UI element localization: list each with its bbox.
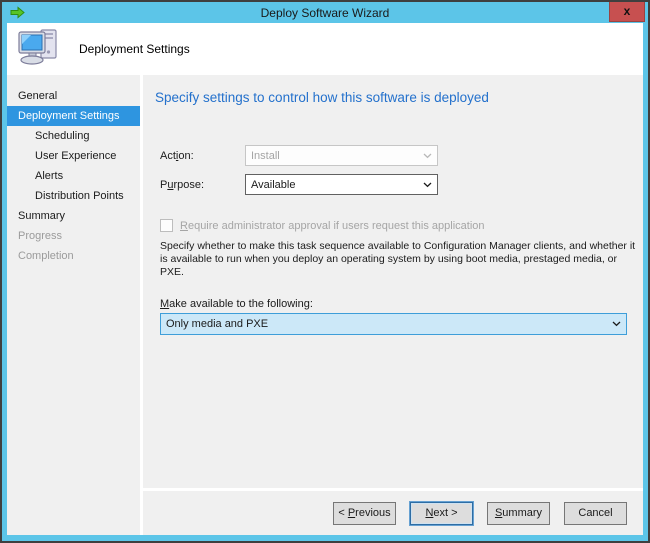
make-available-select[interactable]: Only media and PXE xyxy=(160,313,627,335)
wizard-header: Deployment Settings xyxy=(7,23,643,75)
next-button[interactable]: Next > xyxy=(410,502,473,525)
computer-icon xyxy=(17,28,59,71)
make-available-label: Make available to the following: xyxy=(160,298,643,310)
chevron-down-icon xyxy=(423,182,432,188)
action-select: Install xyxy=(245,145,438,166)
content-heading: Specify settings to control how this sof… xyxy=(155,90,643,105)
chevron-down-icon xyxy=(423,153,432,159)
page-title: Deployment Settings xyxy=(79,42,190,56)
sidebar-item-scheduling[interactable]: Scheduling xyxy=(7,126,140,146)
window-title: Deploy Software Wizard xyxy=(7,6,643,20)
purpose-select[interactable]: Available xyxy=(245,174,438,195)
sidebar-item-alerts[interactable]: Alerts xyxy=(7,166,140,186)
sidebar-item-progress: Progress xyxy=(7,226,140,246)
task-sequence-description: Specify whether to make this task sequen… xyxy=(160,240,642,279)
wizard-footer: < Previous Next > Summary Cancel xyxy=(143,491,643,535)
previous-button[interactable]: < Previous xyxy=(333,502,396,525)
require-approval-checkbox xyxy=(160,219,173,232)
action-label: Action: xyxy=(160,150,245,162)
sidebar-item-deployment-settings[interactable]: Deployment Settings xyxy=(7,106,140,126)
deploy-software-wizard-window: Deploy Software Wizard x xyxy=(0,0,650,543)
deployment-settings-form: Specify settings to control how this sof… xyxy=(143,75,643,488)
sidebar-item-completion: Completion xyxy=(7,246,140,266)
purpose-label: Purpose: xyxy=(160,179,245,191)
sidebar-item-user-experience[interactable]: User Experience xyxy=(7,146,140,166)
wizard-steps-sidebar: General Deployment Settings Scheduling U… xyxy=(7,75,140,535)
summary-button[interactable]: Summary xyxy=(487,502,550,525)
cancel-button[interactable]: Cancel xyxy=(564,502,627,525)
sidebar-item-summary[interactable]: Summary xyxy=(7,206,140,226)
chevron-down-icon xyxy=(612,321,621,327)
require-approval-label: Require administrator approval if users … xyxy=(180,220,485,232)
sidebar-item-general[interactable]: General xyxy=(7,86,140,106)
sidebar-item-distribution-points[interactable]: Distribution Points xyxy=(7,186,140,206)
close-button[interactable]: x xyxy=(609,1,645,22)
title-bar: Deploy Software Wizard x xyxy=(7,2,643,23)
